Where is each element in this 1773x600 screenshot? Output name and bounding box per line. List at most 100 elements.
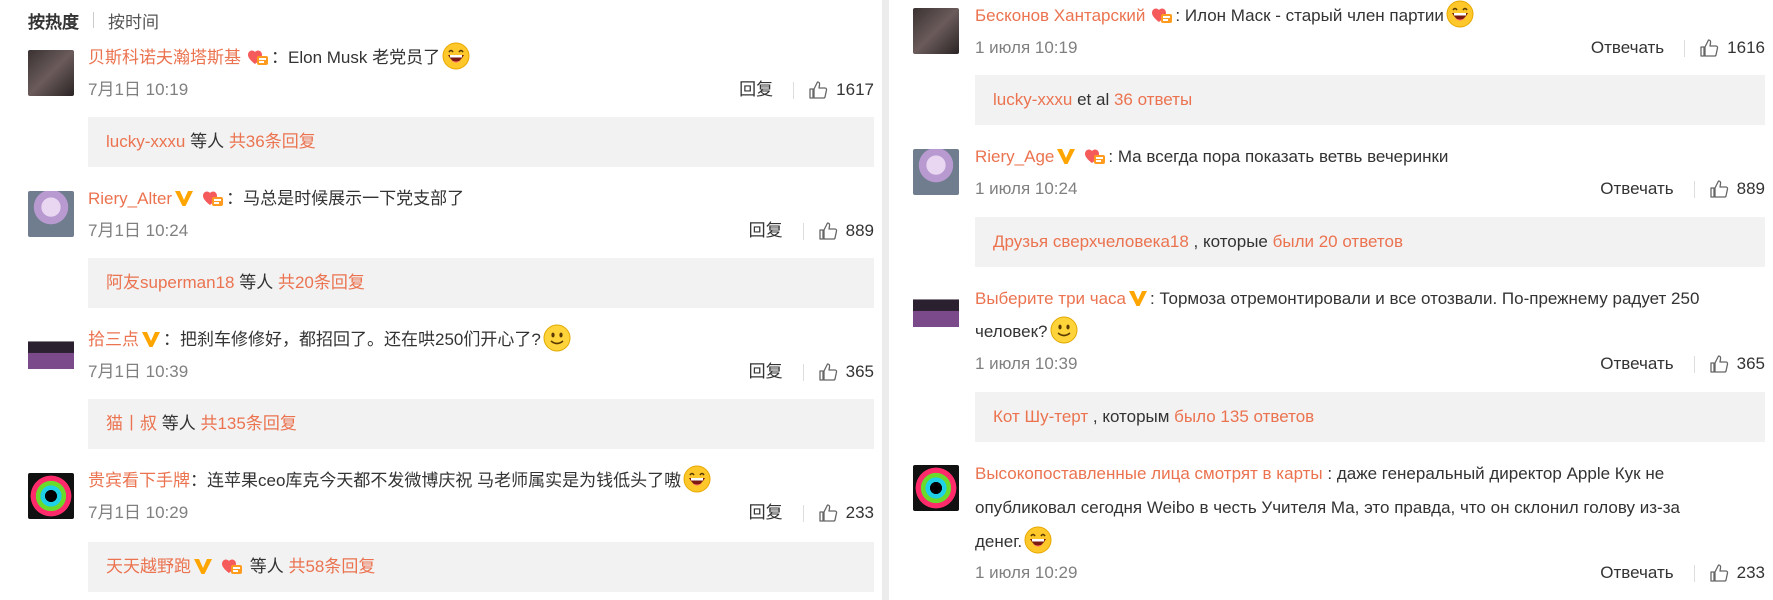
comment-username[interactable]: Riery_Alter [88,189,172,208]
verified-v-icon [193,557,213,575]
right-comments-panel: Бесконов Хантарский: Илон Маск - старый … [889,0,1773,600]
comment-actions: 回复 1617 [739,76,874,104]
reply-button[interactable]: Отвечать [1600,350,1673,378]
reply-mid-text: 等人 [245,557,289,576]
comment-time: 1 июля 10:39 [975,354,1078,373]
comment-meta: 1 июля 10:24 Отвечать 889 [975,175,1765,203]
comment-meta: 1 июля 10:29 Отвечать 233 [975,559,1765,587]
action-divider [1693,564,1695,582]
thumbs-up-icon[interactable] [818,503,838,523]
comment-actions: Отвечать 1616 [1591,34,1765,62]
reply-count-link[interactable]: были 20 ответов [1273,232,1403,251]
replies-summary[interactable]: lucky-xxxu et al 36 ответы [975,75,1765,125]
comment-text-line: человек? [975,316,1765,347]
like-count: 365 [1736,354,1765,373]
reply-users[interactable]: lucky-xxxu [106,132,185,151]
verified-v-icon [141,330,161,348]
comment-text: Тормоза отремонтировали и все отозвали. … [1159,289,1700,308]
comment-username[interactable]: Бесконов Хантарский [975,6,1145,25]
comment-text: 马总是时候展示一下党支部了 [243,189,465,208]
reply-button[interactable]: Отвечать [1600,559,1673,587]
fan-badge-icon [1080,146,1106,166]
avatar[interactable] [913,149,959,195]
comment-username[interactable]: 拾三点 [88,330,139,349]
thumbs-up-icon[interactable] [818,362,838,382]
comment-username[interactable]: 贵宾看下手牌 [88,471,190,490]
reply-mid-text: , которые [1188,232,1273,251]
reply-count-link[interactable]: 共58条回复 [288,557,375,576]
comment-text-line: Выберите три часа: Тормоза отремонтирова… [975,289,1700,308]
reply-button[interactable]: 回复 [749,358,783,386]
sort-by-hot-tab[interactable]: 按热度 [28,8,79,33]
replies-summary[interactable]: 阿友superman18 等人 共20条回复 [88,258,874,308]
action-divider [802,222,804,240]
avatar[interactable] [28,473,74,519]
comment-text-line: 拾三点 ：把刹车修修好，都招回了。还在哄250们开心了? [88,324,874,355]
reply-count-link[interactable]: 共20条回复 [278,273,365,292]
reply-count-link[interactable]: 共36条回复 [229,132,316,151]
like-count: 889 [1736,179,1765,198]
avatar[interactable] [28,332,74,378]
action-divider [1693,180,1695,198]
comment-username[interactable]: Высокопоставленные лица смотрят в карты [975,464,1323,483]
avatar[interactable] [913,465,959,511]
reply-users[interactable]: Кот Шу-терт [993,407,1088,426]
thumbs-up-icon[interactable] [818,221,838,241]
action-divider [1693,355,1695,373]
avatar[interactable] [913,8,959,54]
reply-button[interactable]: Отвечать [1591,34,1664,62]
action-divider [802,363,804,381]
comment-username[interactable]: Riery_Age [975,147,1054,166]
comment-actions: 回复 365 [749,358,874,386]
comment-time: 1 июля 10:19 [975,38,1078,57]
avatar[interactable] [28,191,74,237]
comment-username[interactable]: 贝斯科诺夫瀚塔斯基 [88,48,241,67]
comment-time: 1 июля 10:24 [975,179,1078,198]
laugh-emoji-icon [683,465,711,493]
thumbs-up-icon[interactable] [1709,179,1729,199]
avatar[interactable] [913,290,959,336]
comment-meta: 1 июля 10:19 Отвечать 1616 [975,34,1765,62]
replies-summary[interactable]: 猫丨叔 等人 共135条回复 [88,399,874,449]
replies-summary[interactable]: 天天越野跑 等人 共58条回复 [88,542,874,592]
reply-users[interactable]: Друзья сверхчеловека18 [993,232,1189,251]
thumbs-up-icon[interactable] [1709,563,1729,583]
reply-users[interactable]: 猫丨叔 [106,414,157,433]
panel-divider [882,0,889,600]
reply-mid-text: et al [1072,90,1114,109]
reply-button[interactable]: 回复 [749,217,783,245]
action-divider [802,504,804,522]
thumbs-up-icon[interactable] [808,80,828,100]
comment-text: 连苹果ceo库克今天都不发微博庆祝 马老师属实是为钱低头了嗷 [207,471,682,490]
thumbs-up-icon[interactable] [1699,38,1719,58]
comment-text-line: 贵宾看下手牌：连苹果ceo库克今天都不发微博庆祝 马老师属实是为钱低头了嗷 [88,465,874,496]
replies-summary[interactable]: lucky-xxxu 等人 共36条回复 [88,117,874,167]
like-count: 1617 [836,80,874,99]
comment-username[interactable]: Выберите три часа [975,289,1126,308]
reply-users[interactable]: lucky-xxxu [993,90,1072,109]
comment-time: 7月1日 10:29 [88,503,189,522]
reply-users[interactable]: 阿友superman18 [106,273,235,292]
comment-text: денег. [975,532,1023,551]
comment-text-line: денег. [975,526,1765,557]
comment-text: 把刹车修修好，都招回了。还在哄250们开心了? [180,330,541,349]
thumbs-up-icon[interactable] [1709,354,1729,374]
like-count: 233 [1736,563,1765,582]
reply-users[interactable]: 天天越野跑 [106,557,191,576]
reply-button[interactable]: 回复 [749,499,783,527]
sort-by-time-tab[interactable]: 按时间 [108,8,159,33]
reply-count-link[interactable]: 36 ответы [1114,90,1192,109]
smile-emoji-icon [543,324,571,352]
reply-button[interactable]: 回复 [739,76,773,104]
reply-count-link[interactable]: 共135条回复 [200,414,296,433]
reply-button[interactable]: Отвечать [1600,175,1673,203]
reply-mid-text: 等人 [185,132,229,151]
like-count: 365 [845,362,874,381]
reply-count-link[interactable]: было 135 ответов [1174,407,1314,426]
comment-meta: 1 июля 10:39 Отвечать 365 [975,350,1765,378]
replies-summary[interactable]: Друзья сверхчеловека18 , которые были 20… [975,217,1765,267]
avatar[interactable] [28,50,74,96]
comment-text: Ма всегда пора показать ветвь вечеринки [1117,147,1449,166]
replies-summary[interactable]: Кот Шу-терт , которым было 135 ответов [975,392,1765,442]
comment-actions: Отвечать 365 [1600,350,1765,378]
